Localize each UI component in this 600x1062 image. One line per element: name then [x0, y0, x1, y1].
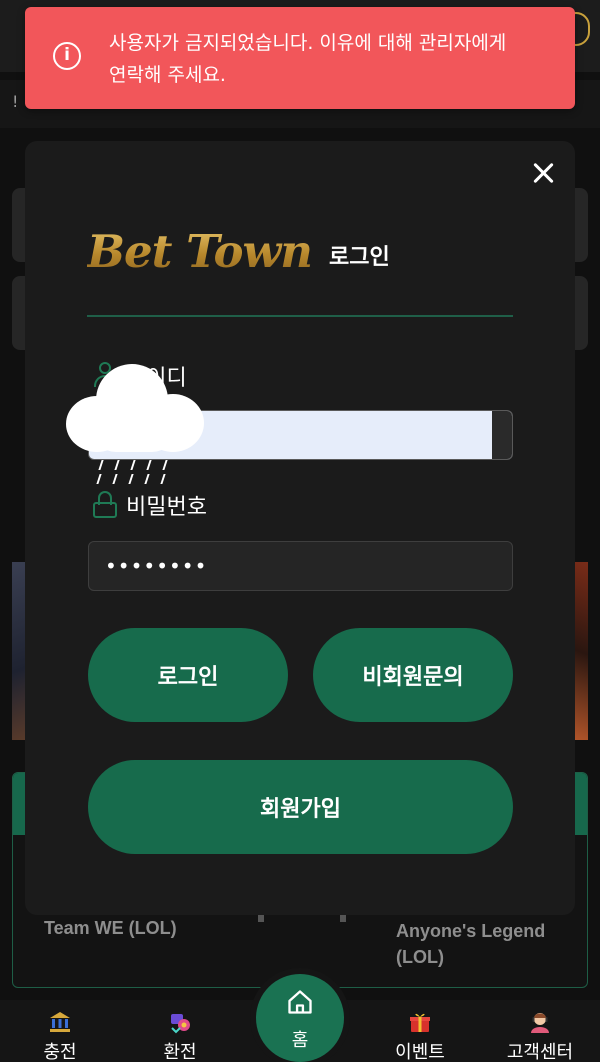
password-input-value: ••••••••	[105, 554, 208, 578]
notice-icon: !	[12, 92, 19, 111]
modal-title: 로그인	[329, 245, 390, 270]
match-team-left: Team WE (LOL)	[44, 918, 177, 938]
brand-logo: Bet Town	[87, 225, 313, 278]
gift-icon	[410, 1013, 430, 1032]
bank-icon	[50, 1012, 70, 1032]
nav-label: 이벤트	[395, 1042, 445, 1062]
nav-label: 환전	[163, 1042, 197, 1062]
nav-item-events[interactable]: 이벤트	[370, 1000, 470, 1062]
nav-label: 고객센터	[506, 1042, 574, 1062]
info-icon: i	[53, 42, 81, 70]
nav-item-withdraw[interactable]: 환전	[130, 1000, 230, 1062]
nav-item-home[interactable]: 홈	[256, 974, 344, 1062]
nav-item-deposit[interactable]: 충전	[10, 1000, 110, 1062]
nav-label: 홈	[291, 1030, 309, 1051]
exchange-icon	[171, 1014, 190, 1034]
nav-item-support[interactable]: 고객센터	[490, 1000, 590, 1062]
support-agent-icon	[531, 1013, 549, 1033]
divider	[87, 315, 513, 317]
nav-label: 충전	[43, 1042, 77, 1062]
signup-button[interactable]: 회원가입	[88, 760, 513, 854]
password-label-text: 비밀번호	[126, 495, 207, 520]
match-team-right: Anyone's Legend (LOL)	[396, 921, 546, 967]
input-edge	[492, 411, 512, 459]
password-input[interactable]: ••••••••	[88, 541, 513, 591]
home-icon	[288, 990, 312, 1014]
screen: ! Team WE (LOL) Anyone's Legend (LOL) Be…	[0, 0, 600, 1062]
close-button[interactable]	[529, 158, 559, 188]
guest-inquiry-button[interactable]: 비회원문의	[313, 628, 513, 722]
lock-icon	[92, 491, 118, 519]
login-button[interactable]: 로그인	[88, 628, 288, 722]
error-toast: i 사용자가 금지되었습니다. 이유에 대해 관리자에게 연락해 주세요.	[25, 7, 575, 109]
privacy-cloud-icon	[64, 362, 214, 492]
login-modal: Bet Town 로그인 아이디 비밀번호 •••••••• 로그인 비회원문의…	[25, 141, 575, 915]
toast-message: 사용자가 금지되었습니다. 이유에 대해 관리자에게 연락해 주세요.	[109, 32, 507, 86]
